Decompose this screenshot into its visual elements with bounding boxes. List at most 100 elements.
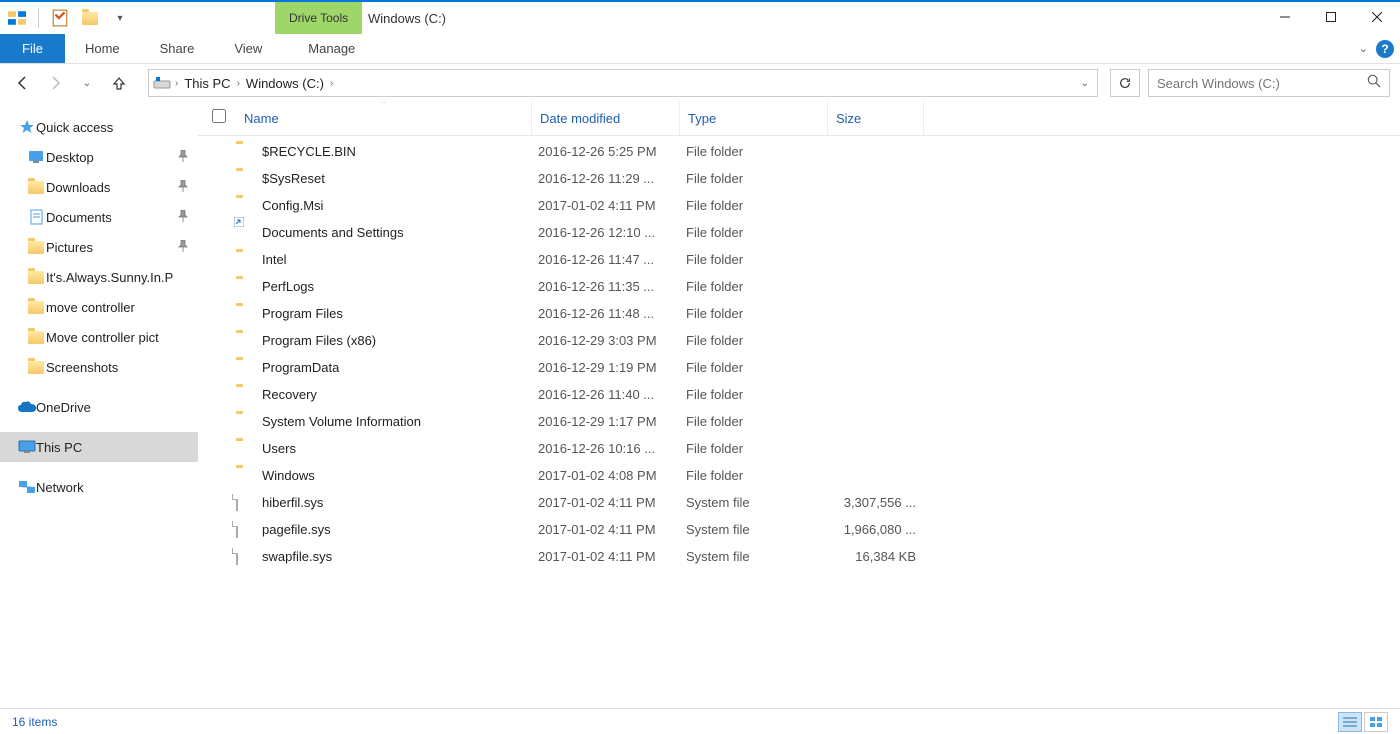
file-row[interactable]: Program Files2016-12-26 11:48 ...File fo… — [198, 300, 1400, 327]
chevron-right-icon[interactable]: › — [235, 78, 242, 89]
tab-view[interactable]: View — [214, 34, 282, 63]
file-date: 2017-01-02 4:08 PM — [532, 468, 680, 483]
up-button[interactable] — [106, 70, 132, 96]
refresh-button[interactable] — [1110, 69, 1140, 97]
file-icon — [236, 548, 238, 565]
file-name: Program Files (x86) — [262, 333, 376, 348]
file-name: System Volume Information — [262, 414, 421, 429]
address-dropdown-icon[interactable]: ⌄ — [1075, 78, 1095, 89]
sidebar-item-label: Downloads — [46, 180, 110, 195]
forward-button[interactable] — [42, 70, 68, 96]
sidebar-item[interactable]: Screenshots — [0, 352, 198, 382]
column-header-size[interactable]: Size — [828, 102, 924, 135]
search-icon[interactable] — [1367, 74, 1381, 93]
chevron-right-icon[interactable]: › — [328, 78, 335, 89]
file-type: File folder — [680, 414, 828, 429]
sidebar-item-label: Pictures — [46, 240, 93, 255]
address-bar[interactable]: › This PC › Windows (C:) › ⌄ — [148, 69, 1098, 97]
navigation-pane: Quick access Desktop Downloads Documents Pi… — [0, 102, 198, 708]
file-row[interactable]: $SysReset2016-12-26 11:29 ...File folder — [198, 165, 1400, 192]
file-type: File folder — [680, 441, 828, 456]
ribbon-expand-icon[interactable]: ⌄ — [1359, 42, 1368, 55]
search-box[interactable] — [1148, 69, 1390, 97]
file-list-pane: Name⌃ Date modified Type Size $RECYCLE.B… — [198, 102, 1400, 708]
file-name: Config.Msi — [262, 198, 323, 213]
help-icon[interactable]: ? — [1376, 40, 1394, 58]
sidebar-item[interactable]: move controller — [0, 292, 198, 322]
file-row[interactable]: Config.Msi2017-01-02 4:11 PMFile folder — [198, 192, 1400, 219]
column-header-type[interactable]: Type — [680, 102, 828, 135]
status-bar: 16 items — [0, 708, 1400, 734]
item-count: 16 items — [12, 715, 57, 729]
file-row[interactable]: Program Files (x86)2016-12-29 3:03 PMFil… — [198, 327, 1400, 354]
file-row[interactable]: ProgramData2016-12-29 1:19 PMFile folder — [198, 354, 1400, 381]
file-date: 2016-12-29 1:19 PM — [532, 360, 680, 375]
file-row[interactable]: hiberfil.sys2017-01-02 4:11 PMSystem fil… — [198, 489, 1400, 516]
file-date: 2017-01-02 4:11 PM — [532, 198, 680, 213]
file-row[interactable]: Documents and Settings2016-12-26 12:10 .… — [198, 219, 1400, 246]
thumbnails-view-button[interactable] — [1364, 712, 1388, 732]
file-type: File folder — [680, 144, 828, 159]
pin-icon — [178, 180, 188, 195]
sidebar-quick-access[interactable]: Quick access — [0, 112, 198, 142]
properties-icon[interactable] — [51, 9, 69, 27]
close-button[interactable] — [1354, 2, 1400, 32]
details-view-button[interactable] — [1338, 712, 1362, 732]
chevron-right-icon[interactable]: › — [173, 78, 180, 89]
tab-home[interactable]: Home — [65, 34, 140, 63]
file-type: System file — [680, 495, 828, 510]
file-name: Users — [262, 441, 296, 456]
file-type: File folder — [680, 306, 828, 321]
file-icon — [236, 521, 238, 538]
file-name: swapfile.sys — [262, 549, 332, 564]
sidebar-item[interactable]: Downloads — [0, 172, 198, 202]
breadcrumb-drive[interactable]: Windows (C:) — [242, 76, 328, 91]
file-row[interactable]: pagefile.sys2017-01-02 4:11 PMSystem fil… — [198, 516, 1400, 543]
file-row[interactable]: PerfLogs2016-12-26 11:35 ...File folder — [198, 273, 1400, 300]
sidebar-item[interactable]: It's.Always.Sunny.In.P — [0, 262, 198, 292]
file-row[interactable]: Windows2017-01-02 4:08 PMFile folder — [198, 462, 1400, 489]
file-row[interactable]: System Volume Information2016-12-29 1:17… — [198, 408, 1400, 435]
minimize-button[interactable] — [1262, 2, 1308, 32]
maximize-button[interactable] — [1308, 2, 1354, 32]
sidebar-onedrive[interactable]: OneDrive — [0, 392, 198, 422]
folder-icon — [28, 239, 44, 255]
folder-icon — [28, 329, 44, 345]
file-row[interactable]: Intel2016-12-26 11:47 ...File folder — [198, 246, 1400, 273]
qat-customize-icon[interactable]: ▾ — [111, 9, 129, 27]
pc-icon — [18, 439, 36, 455]
breadcrumb-this-pc[interactable]: This PC — [180, 76, 234, 91]
search-input[interactable] — [1157, 76, 1367, 91]
pin-icon — [178, 210, 188, 225]
file-row[interactable]: Recovery2016-12-26 11:40 ...File folder — [198, 381, 1400, 408]
file-type: File folder — [680, 252, 828, 267]
sidebar-item[interactable]: Move controller pict — [0, 322, 198, 352]
select-all-checkbox[interactable] — [212, 109, 236, 128]
file-size: 16,384 KB — [828, 549, 924, 564]
tab-manage[interactable]: Manage — [288, 34, 375, 63]
file-name: Windows — [262, 468, 315, 483]
sidebar-this-pc[interactable]: This PC — [0, 432, 198, 462]
drive-icon — [151, 72, 173, 94]
file-tab[interactable]: File — [0, 34, 65, 63]
window-title: Windows (C:) — [368, 2, 446, 34]
sidebar-item[interactable]: Pictures — [0, 232, 198, 262]
file-row[interactable]: $RECYCLE.BIN2016-12-26 5:25 PMFile folde… — [198, 138, 1400, 165]
sidebar-network[interactable]: Network — [0, 472, 198, 502]
file-date: 2017-01-02 4:11 PM — [532, 522, 680, 537]
back-button[interactable] — [10, 70, 36, 96]
sidebar-item[interactable]: Desktop — [0, 142, 198, 172]
tab-share[interactable]: Share — [140, 34, 215, 63]
column-header-date[interactable]: Date modified — [532, 102, 680, 135]
file-row[interactable]: Users2016-12-26 10:16 ...File folder — [198, 435, 1400, 462]
file-date: 2016-12-26 12:10 ... — [532, 225, 680, 240]
file-row[interactable]: swapfile.sys2017-01-02 4:11 PMSystem fil… — [198, 543, 1400, 570]
file-type: File folder — [680, 360, 828, 375]
new-folder-icon[interactable] — [81, 9, 99, 27]
sidebar-item-label: Desktop — [46, 150, 94, 165]
recent-dropdown-icon[interactable]: ⌄ — [74, 70, 100, 96]
sidebar-item[interactable]: Documents — [0, 202, 198, 232]
column-header-name[interactable]: Name⌃ — [236, 102, 532, 135]
file-date: 2016-12-26 11:47 ... — [532, 252, 680, 267]
folder-icon — [28, 299, 44, 315]
